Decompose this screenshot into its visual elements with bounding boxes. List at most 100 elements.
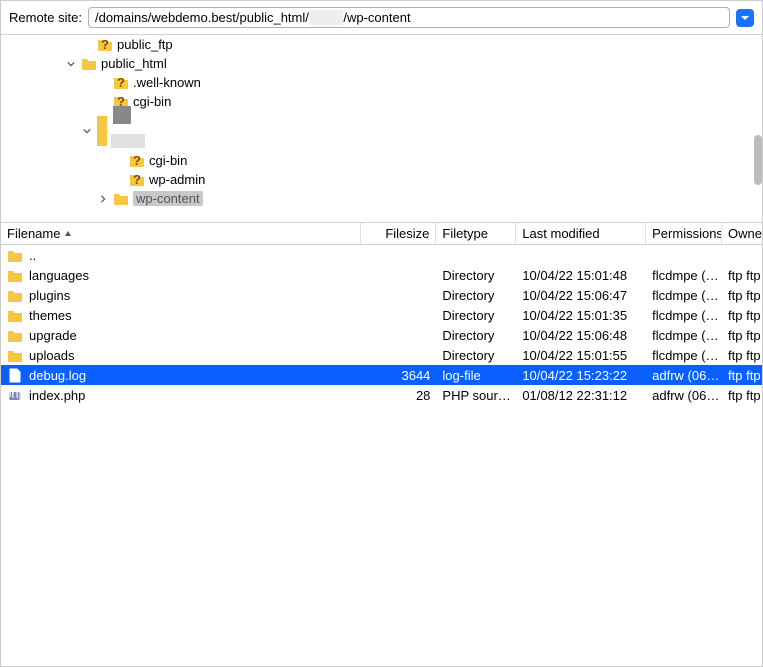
- file-row[interactable]: index.php 28PHP sour…01/08/12 22:31:12adf…: [1, 385, 762, 405]
- folder-icon: [7, 248, 23, 263]
- folder-icon: [7, 348, 23, 363]
- file-modified: [516, 245, 646, 265]
- php-icon: [7, 388, 23, 403]
- file-row[interactable]: upgrade Directory10/04/22 15:06:48flcdmpe…: [1, 325, 762, 345]
- file-size: [361, 305, 437, 325]
- folder-icon: [7, 308, 23, 323]
- file-list-body[interactable]: ..languagesDirectory10/04/22 15:01:48flc…: [1, 245, 762, 405]
- collapse-toggle[interactable]: [81, 125, 93, 137]
- file-name: ..: [29, 248, 36, 263]
- file-owner: ftp ftp: [722, 285, 762, 305]
- file-owner: ftp ftp: [722, 365, 762, 385]
- file-type: Directory: [436, 345, 516, 365]
- folder-unknown-icon: [113, 75, 129, 90]
- file-owner: ftp ftp: [722, 345, 762, 365]
- file-modified: 10/04/22 15:01:55: [516, 345, 646, 365]
- file-type: [436, 245, 516, 265]
- file-list-header: Filename Filesize Filetype Last modified…: [1, 223, 762, 245]
- tree-node[interactable]: .well-known: [1, 73, 762, 92]
- file-size: 28: [361, 385, 437, 405]
- remote-tree-pane[interactable]: public_ftp public_html .well-known cgi-b…: [1, 35, 762, 223]
- column-header-filesize[interactable]: Filesize: [361, 223, 437, 244]
- file-row[interactable]: uploads Directory10/04/22 15:01:55flcdmpe…: [1, 345, 762, 365]
- expand-toggle[interactable]: [97, 193, 109, 205]
- file-name: themes: [29, 308, 72, 323]
- file-size: 3644: [361, 365, 437, 385]
- file-name: upgrade: [29, 328, 77, 343]
- file-owner: ftp ftp: [722, 385, 762, 405]
- file-size: [361, 245, 437, 265]
- remote-site-label: Remote site:: [9, 10, 82, 25]
- file-name: uploads: [29, 348, 75, 363]
- spacer: [113, 155, 125, 167]
- redacted-icon: [97, 114, 145, 148]
- path-dropdown-button[interactable]: [736, 9, 754, 27]
- file-row[interactable]: pluginsDirectory10/04/22 15:06:47flcdmpe…: [1, 285, 762, 305]
- remote-site-bar: Remote site: /domains/webdemo.best/publi…: [1, 1, 762, 35]
- scrollbar-thumb[interactable]: [754, 135, 762, 185]
- file-owner: ftp ftp: [722, 325, 762, 345]
- remote-path-input[interactable]: /domains/webdemo.best/public_html/x/wp-c…: [88, 7, 730, 28]
- column-header-owner[interactable]: Owner: [722, 223, 762, 244]
- file-icon: [7, 368, 23, 383]
- spacer: [81, 39, 93, 51]
- tree-node-selected[interactable]: wp-content: [1, 189, 762, 208]
- file-modified: 10/04/22 15:01:48: [516, 265, 646, 285]
- folder-unknown-icon: [97, 37, 113, 52]
- folder-icon: [7, 268, 23, 283]
- tree-node[interactable]: public_html: [1, 54, 762, 73]
- folder-unknown-icon: [129, 172, 145, 187]
- file-owner: ftp ftp: [722, 305, 762, 325]
- folder-icon: [7, 288, 23, 303]
- file-modified: 01/08/12 22:31:12: [516, 385, 646, 405]
- column-header-filename[interactable]: Filename: [1, 223, 361, 244]
- file-permissions: flcdmpe (…: [646, 305, 722, 325]
- spacer: [113, 174, 125, 186]
- file-owner: ftp ftp: [722, 265, 762, 285]
- file-size: [361, 285, 437, 305]
- file-size: [361, 325, 437, 345]
- spacer: [97, 96, 109, 108]
- file-modified: 10/04/22 15:06:47: [516, 285, 646, 305]
- file-name: index.php: [29, 388, 85, 403]
- file-type: PHP sour…: [436, 385, 516, 405]
- folder-icon: [81, 56, 97, 71]
- file-permissions: [646, 245, 722, 265]
- file-modified: 10/04/22 15:01:35: [516, 305, 646, 325]
- file-row[interactable]: languagesDirectory10/04/22 15:01:48flcdm…: [1, 265, 762, 285]
- file-row[interactable]: ..: [1, 245, 762, 265]
- file-size: [361, 265, 437, 285]
- folder-unknown-icon: [129, 153, 145, 168]
- file-type: Directory: [436, 305, 516, 325]
- file-permissions: flcdmpe (…: [646, 345, 722, 365]
- file-name: plugins: [29, 288, 70, 303]
- file-permissions: flcdmpe (…: [646, 325, 722, 345]
- redacted-segment: x: [309, 10, 344, 25]
- column-header-modified[interactable]: Last modified: [516, 223, 646, 244]
- file-name: debug.log: [29, 368, 86, 383]
- folder-icon: [7, 328, 23, 343]
- file-permissions: adfrw (06…: [646, 365, 722, 385]
- tree-node[interactable]: wp-admin: [1, 170, 762, 189]
- file-row[interactable]: themes Directory10/04/22 15:01:35flcdmpe …: [1, 305, 762, 325]
- sort-asc-icon: [64, 226, 72, 241]
- folder-icon: [113, 191, 129, 206]
- column-header-permissions[interactable]: Permissions: [646, 223, 722, 244]
- column-header-filetype[interactable]: Filetype: [436, 223, 516, 244]
- file-permissions: adfrw (06…: [646, 385, 722, 405]
- file-size: [361, 345, 437, 365]
- file-name: languages: [29, 268, 89, 283]
- file-type: Directory: [436, 285, 516, 305]
- file-type: Directory: [436, 325, 516, 345]
- file-owner: [722, 245, 762, 265]
- file-modified: 10/04/22 15:06:48: [516, 325, 646, 345]
- file-row[interactable]: debug.log3644log-file10/04/22 15:23:22ad…: [1, 365, 762, 385]
- file-modified: 10/04/22 15:23:22: [516, 365, 646, 385]
- tree-node[interactable]: cgi-bin: [1, 151, 762, 170]
- collapse-toggle[interactable]: [65, 58, 77, 70]
- chevron-down-icon: [740, 13, 750, 23]
- file-permissions: flcdmpe (…: [646, 265, 722, 285]
- tree-node-redacted[interactable]: [1, 111, 762, 151]
- tree-node[interactable]: public_ftp: [1, 35, 762, 54]
- spacer: [97, 77, 109, 89]
